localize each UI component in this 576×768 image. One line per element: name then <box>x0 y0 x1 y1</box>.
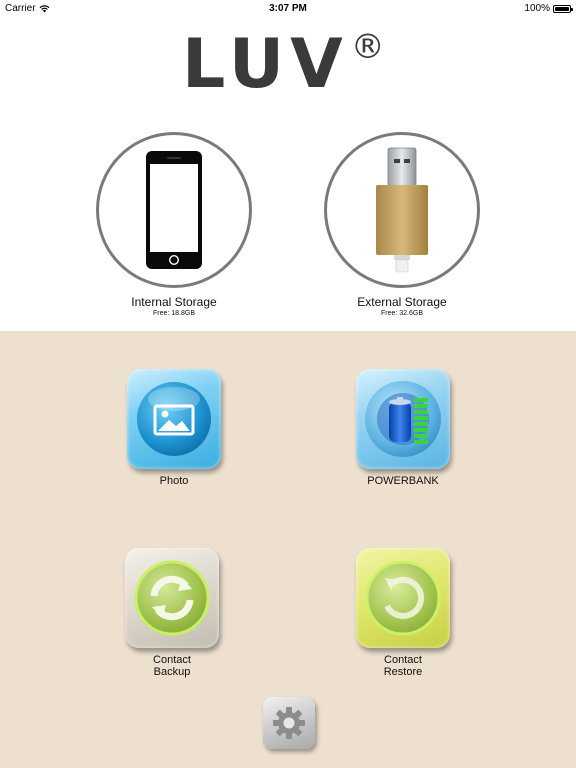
internal-storage-label: Internal Storage <box>131 295 217 309</box>
smartphone-icon <box>146 151 202 269</box>
clock: 3:07 PM <box>269 3 307 14</box>
logo-text: LUV <box>182 25 349 104</box>
contact-restore-label-line2: Restore <box>383 666 423 678</box>
contact-backup-button[interactable] <box>125 548 219 648</box>
external-storage-free: Free: 32.6GB <box>380 310 424 317</box>
battery-icon <box>365 381 441 457</box>
battery-level-fill <box>555 6 569 11</box>
external-storage-button[interactable] <box>324 132 480 288</box>
battery-icon <box>553 4 573 13</box>
external-storage[interactable]: External Storage Free: 32.6GB <box>322 132 482 317</box>
photo-icon <box>137 382 211 456</box>
sync-icon <box>134 560 210 636</box>
contact-restore-label: Contact Restore <box>348 654 458 678</box>
battery-percent: 100% <box>524 3 550 14</box>
internal-storage[interactable]: Internal Storage Free: 18.8GB <box>94 132 254 317</box>
photo-label: Photo <box>159 475 189 487</box>
contact-backup-label-line1: Contact <box>153 654 191 666</box>
photo-button[interactable] <box>127 369 221 469</box>
status-bar: Carrier 3:07 PM 100% <box>0 0 576 18</box>
gear-icon <box>273 707 305 739</box>
contact-backup-tile[interactable]: Contact Backup <box>117 548 227 678</box>
contact-backup-label-line2: Backup <box>153 666 191 678</box>
contact-restore-label-line1: Contact <box>384 654 422 666</box>
powerbank-tile[interactable]: POWERBANK <box>348 369 458 487</box>
internal-storage-button[interactable] <box>96 132 252 288</box>
settings-button[interactable] <box>263 697 315 749</box>
usb-drive-icon <box>376 147 428 273</box>
photo-tile[interactable]: Photo <box>119 369 229 487</box>
registered-mark: ® <box>350 27 385 67</box>
internal-storage-free: Free: 18.8GB <box>152 310 196 317</box>
restore-icon <box>365 560 441 636</box>
battery-indicator: 100% <box>524 3 573 14</box>
external-storage-label: External Storage <box>357 295 447 309</box>
contact-backup-label: Contact Backup <box>117 654 227 678</box>
powerbank-button[interactable] <box>356 369 450 469</box>
app-logo: LUV ® <box>182 30 385 100</box>
powerbank-label: POWERBANK <box>367 475 439 487</box>
contact-restore-tile[interactable]: Contact Restore <box>348 548 458 678</box>
contact-restore-button[interactable] <box>356 548 450 648</box>
